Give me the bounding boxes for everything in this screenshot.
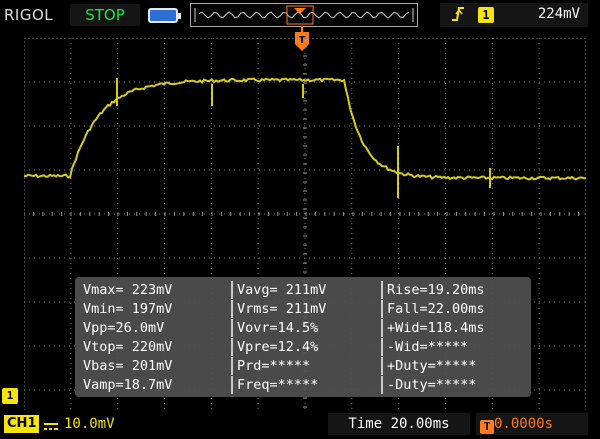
measurement-value: -Wid=***** (381, 338, 527, 356)
memory-waveform-preview (194, 5, 414, 25)
measurement-value: +Wid=118.4ms (381, 319, 527, 337)
rising-edge-icon (450, 4, 466, 28)
bottom-status-bar: CH1 10.0mV Time 20.00ms T 0.0000s (0, 410, 600, 439)
brand-logo: RIGOL (4, 6, 54, 24)
measurement-row: Vbas= 201mV Prd=***** +Duty=***** (79, 357, 527, 375)
measurement-value: Vmax= 223mV (83, 282, 173, 298)
measurement-value: Vovr=14.5% (231, 319, 377, 337)
measurement-value: -Duty=***** (381, 376, 527, 394)
measurement-panel: Vmax= 223mV Vavg= 211mV Rise=19.20ms Vmin= … (75, 277, 531, 397)
measurement-value: Freq=***** (231, 376, 377, 394)
measurement-value: Vamp=18.7mV (83, 377, 173, 393)
measurement-row: Vamp=18.7mV Freq=***** -Duty=***** (79, 376, 527, 394)
trigger-offset-value: 0.0000s (494, 416, 554, 432)
measurement-value: Vpp=26.0mV (83, 320, 165, 336)
measurement-value: Vrms= 211mV (231, 300, 377, 318)
trigger-level: 224mV (537, 6, 580, 22)
measurement-value: Vpre=12.4% (231, 338, 377, 356)
measurement-row: Vmin= 197mV Vrms= 211mV Fall=22.00ms (79, 300, 527, 318)
measurement-value: Rise=19.20ms (381, 281, 527, 299)
measurement-row: Vtop= 220mV Vpre=12.4% -Wid=***** (79, 338, 527, 356)
vertical-scale[interactable]: 10.0mV (64, 415, 115, 433)
measurement-row: Vpp=26.0mV Vovr=14.5% +Wid=118.4ms (79, 319, 527, 337)
trigger-settings[interactable]: 1 224mV (440, 3, 588, 27)
trigger-offset[interactable]: T 0.0000s (476, 413, 588, 435)
trigger-offset-icon: T (480, 420, 494, 434)
measurement-value: Vtop= 220mV (83, 339, 173, 355)
channel-label[interactable]: CH1 (4, 415, 40, 433)
measurement-value: Prd=***** (231, 357, 377, 375)
memory-depth-window[interactable] (190, 3, 418, 27)
ch1-ground-marker[interactable]: 1 (2, 388, 18, 404)
timebase[interactable]: Time 20.00ms (328, 413, 470, 435)
trigger-source-badge: 1 (478, 7, 494, 23)
battery-icon (148, 8, 181, 23)
measurement-value: Vmin= 197mV (83, 301, 173, 317)
measurement-value: Vbas= 201mV (83, 358, 173, 374)
run-stop-status[interactable]: STOP (70, 4, 140, 26)
measurement-value: Fall=22.00ms (381, 300, 527, 318)
measurement-row: Vmax= 223mV Vavg= 211mV Rise=19.20ms (79, 281, 527, 299)
measurement-value: +Duty=***** (381, 357, 527, 375)
dc-coupling-icon (44, 418, 58, 437)
measurement-value: Vavg= 211mV (231, 281, 377, 299)
